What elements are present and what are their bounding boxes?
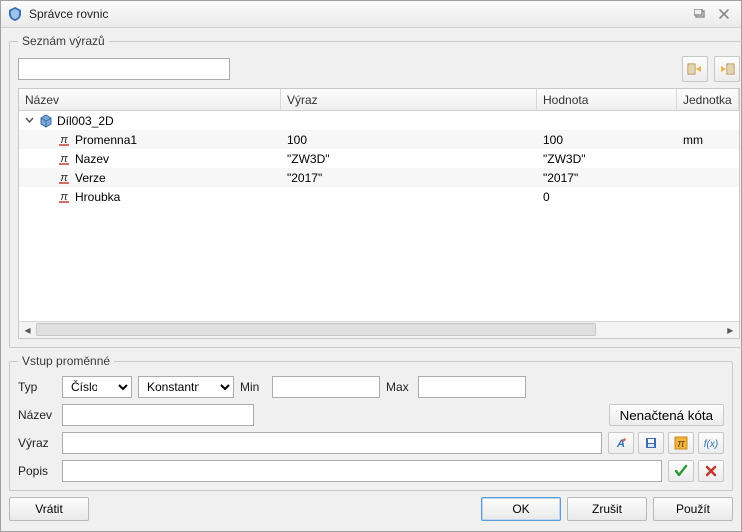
col-header-jednotka[interactable]: Jednotka — [677, 89, 739, 110]
import-button[interactable] — [682, 56, 708, 82]
svg-text:π: π — [677, 438, 685, 450]
pi-icon: π — [57, 152, 71, 166]
tree-root-row[interactable]: Díl003_2D — [19, 111, 739, 130]
col-header-nazev[interactable]: Název — [19, 89, 281, 110]
svg-text:f(x): f(x) — [704, 439, 718, 450]
var-unit — [677, 196, 739, 198]
var-value: 0 — [537, 189, 677, 205]
scroll-thumb[interactable] — [36, 323, 596, 336]
horizontal-scrollbar[interactable]: ◂ ▸ — [19, 321, 739, 338]
svg-text:π: π — [60, 134, 68, 146]
svg-text:π: π — [60, 172, 68, 184]
accept-button[interactable] — [668, 460, 694, 482]
dialog-footer: Vrátit OK Zrušit Použít — [9, 497, 733, 523]
min-input[interactable] — [272, 376, 380, 398]
var-value: "ZW3D" — [537, 151, 677, 167]
unloaded-dimension-button[interactable]: Nenačtená kóta — [609, 404, 724, 426]
scroll-right-icon[interactable]: ▸ — [722, 322, 739, 338]
popis-input[interactable] — [62, 460, 662, 482]
var-expr: "2017" — [281, 170, 537, 186]
var-unit — [677, 158, 739, 160]
vyraz-input[interactable] — [62, 432, 602, 454]
part-icon — [39, 114, 53, 128]
col-header-vyraz[interactable]: Výraz — [281, 89, 537, 110]
var-name: Verze — [75, 171, 106, 185]
chevron-down-icon[interactable] — [23, 115, 35, 127]
var-expr: "ZW3D" — [281, 151, 537, 167]
nazev-input[interactable] — [62, 404, 254, 426]
reject-button[interactable] — [698, 460, 724, 482]
nazev-label: Název — [18, 408, 56, 422]
scroll-left-icon[interactable]: ◂ — [19, 322, 36, 338]
var-unit: mm — [677, 132, 739, 148]
table-row[interactable]: π Promenna1 100 100 mm — [19, 130, 739, 149]
konst-select[interactable]: Konstantní — [138, 376, 234, 398]
tree-root-label: Díl003_2D — [57, 114, 114, 128]
restore-icon[interactable] — [689, 5, 711, 23]
save-expression-button[interactable] — [638, 432, 664, 454]
pi-icon: π — [57, 133, 71, 147]
svg-text:π: π — [60, 191, 68, 203]
close-icon[interactable] — [713, 5, 735, 23]
variable-input-group: Vstup proměnné Typ Číslo Konstantní Min … — [9, 354, 733, 491]
typ-select[interactable]: Číslo — [62, 376, 132, 398]
function-button[interactable]: f(x) — [698, 432, 724, 454]
pi-constant-button[interactable]: π — [668, 432, 694, 454]
min-label: Min — [240, 380, 266, 394]
expressions-legend: Seznám výrazů — [18, 34, 109, 48]
var-expr — [281, 196, 537, 198]
expressions-group: Seznám výrazů Název Výraz Hodnota Jednot… — [9, 34, 742, 348]
table-row[interactable]: π Hroubka 0 — [19, 187, 739, 206]
var-name: Nazev — [75, 152, 109, 166]
expressions-table: Název Výraz Hodnota Jednotka — [18, 88, 740, 339]
export-button[interactable] — [714, 56, 740, 82]
variable-input-legend: Vstup proměnné — [18, 354, 114, 368]
popis-label: Popis — [18, 464, 56, 478]
ok-button[interactable]: OK — [481, 497, 561, 521]
var-expr: 100 — [281, 132, 537, 148]
var-name: Hroubka — [75, 190, 120, 204]
max-label: Max — [386, 380, 412, 394]
filter-input[interactable] — [18, 58, 230, 80]
table-row[interactable]: π Verze "2017" "2017" — [19, 168, 739, 187]
check-expression-button[interactable]: A — [608, 432, 634, 454]
var-value: "2017" — [537, 170, 677, 186]
vyraz-label: Výraz — [18, 436, 56, 450]
apply-button[interactable]: Použít — [653, 497, 733, 521]
cancel-button[interactable]: Zrušit — [567, 497, 647, 521]
var-unit — [677, 177, 739, 179]
app-icon — [7, 6, 23, 22]
reset-button[interactable]: Vrátit — [9, 497, 89, 521]
typ-label: Typ — [18, 380, 56, 394]
pi-icon: π — [57, 190, 71, 204]
window-title: Správce rovnic — [29, 7, 687, 21]
svg-text:π: π — [60, 153, 68, 165]
var-name: Promenna1 — [75, 133, 137, 147]
table-row[interactable]: π Nazev "ZW3D" "ZW3D" — [19, 149, 739, 168]
var-value: 100 — [537, 132, 677, 148]
max-input[interactable] — [418, 376, 526, 398]
col-header-hodnota[interactable]: Hodnota — [537, 89, 677, 110]
pi-icon: π — [57, 171, 71, 185]
